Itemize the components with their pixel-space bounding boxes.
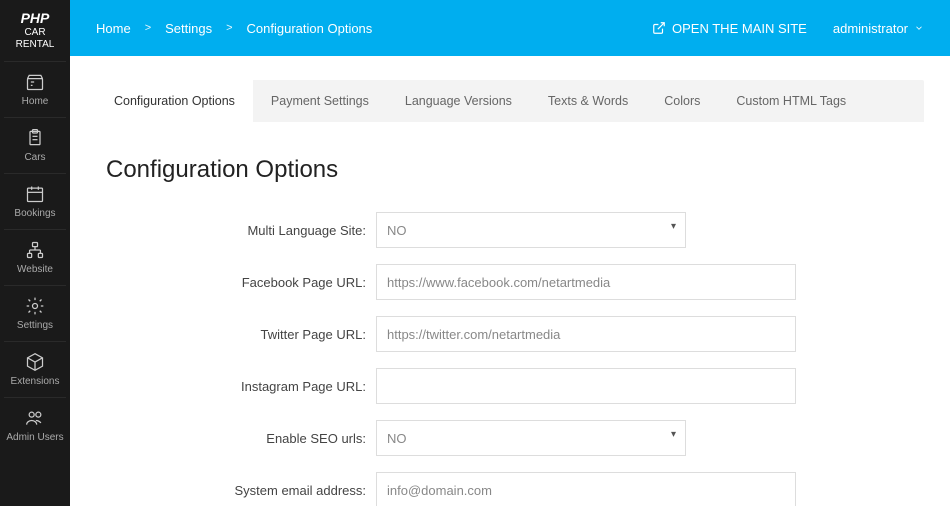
- external-link-icon: [652, 21, 666, 35]
- sidebar-item-label: Home: [6, 96, 63, 107]
- sidebar-item-label: Extensions: [6, 376, 63, 387]
- cube-icon: [24, 352, 46, 372]
- content: Configuration OptionsPayment SettingsLan…: [70, 56, 950, 506]
- email-addr-label: System email address:: [96, 483, 376, 498]
- facebook-label: Facebook Page URL:: [96, 275, 376, 290]
- sidebar-item-label: Admin Users: [6, 432, 63, 443]
- sidebar: PHP CAR RENTAL Home Cars Bookings Website Se…: [0, 0, 70, 506]
- breadcrumb-sep: >: [226, 22, 232, 34]
- chevron-down-icon: [914, 23, 924, 33]
- breadcrumb: Home > Settings > Configuration Options: [96, 21, 372, 36]
- instagram-input[interactable]: [376, 368, 796, 404]
- open-main-site-label: OPEN THE MAIN SITE: [672, 21, 807, 36]
- twitter-label: Twitter Page URL:: [96, 327, 376, 342]
- breadcrumb-settings[interactable]: Settings: [165, 21, 212, 36]
- sidebar-item-settings[interactable]: Settings: [4, 285, 65, 341]
- seo-select[interactable]: NO: [376, 420, 686, 456]
- logo: PHP CAR RENTAL: [12, 0, 59, 61]
- sidebar-item-admin-users[interactable]: Admin Users: [4, 397, 65, 453]
- users-icon: [24, 408, 46, 428]
- user-label: administrator: [833, 21, 908, 36]
- calendar-icon: [24, 184, 46, 204]
- home-icon: [24, 72, 46, 92]
- seo-label: Enable SEO urls:: [96, 431, 376, 446]
- tab-payment-settings[interactable]: Payment Settings: [253, 80, 387, 122]
- sitemap-icon: [24, 240, 46, 260]
- sidebar-item-cars[interactable]: Cars: [4, 117, 65, 173]
- multi-lang-label: Multi Language Site:: [96, 223, 376, 238]
- tabs: Configuration OptionsPayment SettingsLan…: [96, 80, 924, 122]
- sidebar-item-label: Website: [6, 264, 63, 275]
- breadcrumb-home[interactable]: Home: [96, 21, 131, 36]
- facebook-input[interactable]: [376, 264, 796, 300]
- clipboard-icon: [24, 128, 46, 148]
- sidebar-item-extensions[interactable]: Extensions: [4, 341, 65, 397]
- tab-configuration-options[interactable]: Configuration Options: [96, 80, 253, 122]
- sidebar-item-home[interactable]: Home: [4, 61, 65, 117]
- sidebar-item-website[interactable]: Website: [4, 229, 65, 285]
- breadcrumb-config[interactable]: Configuration Options: [247, 21, 373, 36]
- topbar: Home > Settings > Configuration Options …: [70, 0, 950, 56]
- sidebar-item-label: Settings: [6, 320, 63, 331]
- logo-line2: CAR: [16, 27, 55, 39]
- instagram-label: Instagram Page URL:: [96, 379, 376, 394]
- multi-lang-select[interactable]: NO: [376, 212, 686, 248]
- tab-colors[interactable]: Colors: [646, 80, 718, 122]
- breadcrumb-sep: >: [145, 22, 151, 34]
- sidebar-item-label: Bookings: [6, 208, 63, 219]
- sidebar-item-label: Cars: [6, 152, 63, 163]
- tab-custom-html-tags[interactable]: Custom HTML Tags: [718, 80, 864, 122]
- email-addr-input[interactable]: [376, 472, 796, 506]
- tab-language-versions[interactable]: Language Versions: [387, 80, 530, 122]
- page-title: Configuration Options: [106, 156, 924, 184]
- twitter-input[interactable]: [376, 316, 796, 352]
- logo-line1: PHP: [16, 10, 55, 27]
- user-menu[interactable]: administrator: [833, 21, 924, 36]
- tab-texts-words[interactable]: Texts & Words: [530, 80, 646, 122]
- sidebar-item-bookings[interactable]: Bookings: [4, 173, 65, 229]
- logo-line3: RENTAL: [16, 39, 55, 51]
- gear-icon: [24, 296, 46, 316]
- open-main-site-link[interactable]: OPEN THE MAIN SITE: [652, 21, 807, 36]
